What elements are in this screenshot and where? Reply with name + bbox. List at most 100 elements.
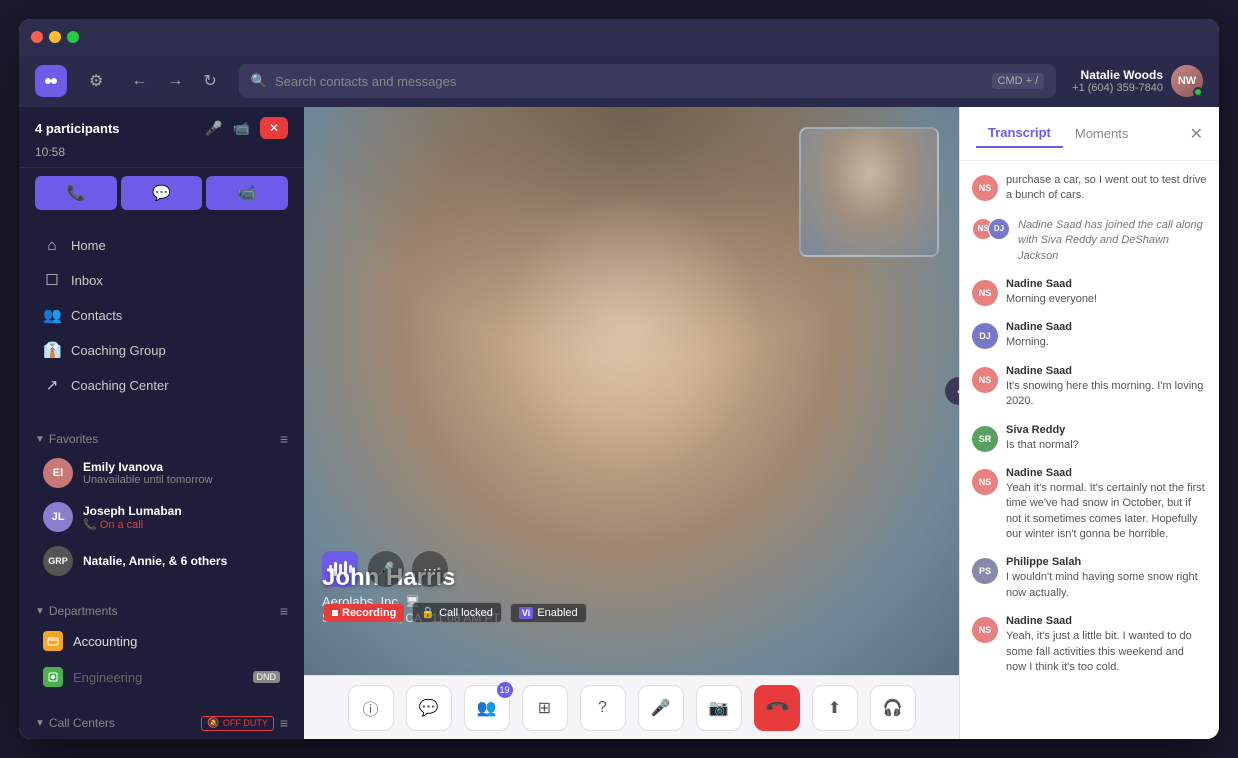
maximize-button[interactable] <box>67 31 79 43</box>
transcript-msg-5: SR Siva Reddy Is that normal? <box>972 424 1207 453</box>
call-timer: 10:58 <box>35 145 288 159</box>
call-locked-label: Call locked <box>439 607 493 619</box>
inbox-icon: ☐ <box>43 271 61 289</box>
back-button[interactable]: ← <box>125 68 153 94</box>
search-icon: 🔍 <box>251 73 267 89</box>
chat-icon: 💬 <box>419 698 439 718</box>
participants-button[interactable]: 👥 19 <box>464 685 510 731</box>
call-centers-chevron-icon: ▼ <box>35 718 45 729</box>
emily-name: Emily Ivanova <box>83 460 280 474</box>
camera-icon[interactable]: 📹 <box>233 120 250 137</box>
sidebar-item-coaching-center[interactable]: ↗ Coaching Center <box>27 368 296 402</box>
transcript-system-msg: NS DJ Nadine Saad has joined the call al… <box>972 218 1207 264</box>
participants-icon: 👥 <box>477 698 497 718</box>
sidebar-item-coaching-group[interactable]: 👔 Coaching Group <box>27 333 296 367</box>
share-icon: ⬆ <box>828 698 841 718</box>
transcript-system-text: Nadine Saad has joined the call along wi… <box>1018 218 1207 264</box>
transcript-header: Transcript Moments ✕ <box>960 107 1219 161</box>
transfer-button[interactable]: ⊞ <box>522 685 568 731</box>
participants-badge: 19 <box>497 682 513 698</box>
info-button[interactable]: ⓘ <box>348 685 394 731</box>
transcript-avatar-5: SR <box>972 426 998 452</box>
favorites-chevron-icon: ▼ <box>35 434 45 445</box>
main-content: John Harris Aerolabs, Inc. 🖥 San Francis… <box>304 107 959 739</box>
settings-icon[interactable]: ⚙ <box>83 67 109 95</box>
search-input[interactable] <box>275 74 984 89</box>
contact-emily[interactable]: EI Emily Ivanova Unavailable until tomor… <box>27 452 296 494</box>
phone-small-icon: 📞 <box>83 519 100 531</box>
close-button[interactable] <box>31 31 43 43</box>
coaching-group-icon: 👔 <box>43 341 61 359</box>
transcript-name-2: Nadine Saad <box>1006 278 1207 290</box>
transcript-name-4: Nadine Saad <box>1006 365 1207 377</box>
engineering-name: Engineering <box>73 670 243 685</box>
engineering-icon <box>43 667 63 687</box>
call-centers-edit-icon[interactable]: ≡ <box>280 715 288 731</box>
mic-icon[interactable]: 🎤 <box>205 120 222 137</box>
transcript-msg-4: NS Nadine Saad It's snowing here this mo… <box>972 365 1207 410</box>
close-transcript-button[interactable]: ✕ <box>1190 124 1203 144</box>
dept-accounting[interactable]: Accounting <box>27 624 296 658</box>
share-button[interactable]: ⬆ <box>812 685 858 731</box>
video-button[interactable]: 📷 <box>696 685 742 731</box>
video-action-button[interactable]: 📹 <box>206 176 288 210</box>
avatar[interactable]: NW <box>1171 65 1203 97</box>
group-name: Natalie, Annie, & 6 others <box>83 554 280 568</box>
emily-info: Emily Ivanova Unavailable until tomorrow <box>83 460 280 486</box>
departments-edit-icon[interactable]: ≡ <box>280 603 288 619</box>
online-indicator <box>1193 87 1203 97</box>
refresh-button[interactable]: ↻ <box>197 67 222 95</box>
help-button[interactable]: ? <box>580 685 626 731</box>
tab-moments[interactable]: Moments <box>1063 120 1140 147</box>
tab-transcript[interactable]: Transcript <box>976 119 1063 148</box>
headset-icon: 🎧 <box>883 698 903 718</box>
transcript-name-8: Nadine Saad <box>1006 615 1207 627</box>
departments-chevron-icon: ▼ <box>35 606 45 617</box>
video-icon: 📷 <box>709 698 729 718</box>
transcript-panel: Transcript Moments ✕ NS purchase a car, … <box>959 107 1219 739</box>
contact-group[interactable]: GRP Natalie, Annie, & 6 others <box>27 540 296 582</box>
favorites-edit-icon[interactable]: ≡ <box>280 431 288 447</box>
call-centers-label: Call Centers <box>49 716 115 730</box>
cc-smb[interactable]: SMB Inbound <box>27 736 296 739</box>
mute-button[interactable]: 🎤 <box>638 685 684 731</box>
transcript-avatar-2: NS <box>972 280 998 306</box>
emily-status: Unavailable until tomorrow <box>83 474 280 486</box>
chat-action-button[interactable]: 💬 <box>121 176 203 210</box>
favorites-section-header: ▼ Favorites ≡ <box>19 423 304 451</box>
transcript-content-7: Philippe Salah I wouldn't mind having so… <box>1006 556 1207 601</box>
headset-button[interactable]: 🎧 <box>870 685 916 731</box>
user-profile: Natalie Woods +1 (604) 359-7840 NW <box>1072 65 1203 97</box>
departments-section-header: ▼ Departments ≡ <box>19 595 304 623</box>
engineering-dnd-badge: DND <box>253 671 281 683</box>
departments-label: Departments <box>49 604 118 618</box>
in-call-more-button[interactable]: ⋯ <box>412 551 448 587</box>
contact-joseph[interactable]: JL Joseph Lumaban 📞 On a call <box>27 496 296 538</box>
end-call-icon: 📞 <box>762 693 790 721</box>
call-icons: 🎤 📹 ✕ <box>205 117 288 139</box>
sidebar-item-contacts[interactable]: 👥 Contacts <box>27 298 296 332</box>
recording-label: Recording <box>342 607 396 619</box>
end-call-button[interactable]: ✕ <box>260 117 288 139</box>
transcript-name-5: Siva Reddy <box>1006 424 1207 436</box>
user-name: Natalie Woods <box>1072 68 1163 82</box>
accounting-icon <box>43 631 63 651</box>
minimize-button[interactable] <box>49 31 61 43</box>
transcript-msg-7: PS Philippe Salah I wouldn't mind having… <box>972 556 1207 601</box>
search-bar[interactable]: 🔍 CMD + / <box>239 64 1056 98</box>
in-call-mute-button[interactable]: 🎤 <box>368 551 404 587</box>
phone-action-button[interactable]: 📞 <box>35 176 117 210</box>
dept-engineering[interactable]: Engineering DND <box>27 660 296 694</box>
sidebar-item-home-label: Home <box>71 238 106 253</box>
transcript-avatar-8: NS <box>972 617 998 643</box>
bottom-controls: ⓘ 💬 👥 19 ⊞ ? 🎤 📷 <box>304 675 959 739</box>
forward-button[interactable]: → <box>161 68 189 94</box>
end-call-bottom-button[interactable]: 📞 <box>754 685 800 731</box>
off-duty-badge: 🔕 OFF DUTY <box>201 716 273 731</box>
transcript-avatar-4: NS <box>972 367 998 393</box>
favorites-label: Favorites <box>49 432 98 446</box>
transcript-content-6: Nadine Saad Yeah it's normal. It's certa… <box>1006 467 1207 543</box>
sidebar-item-inbox[interactable]: ☐ Inbox <box>27 263 296 297</box>
sidebar-item-home[interactable]: ⌂ Home <box>27 229 296 262</box>
chat-button[interactable]: 💬 <box>406 685 452 731</box>
